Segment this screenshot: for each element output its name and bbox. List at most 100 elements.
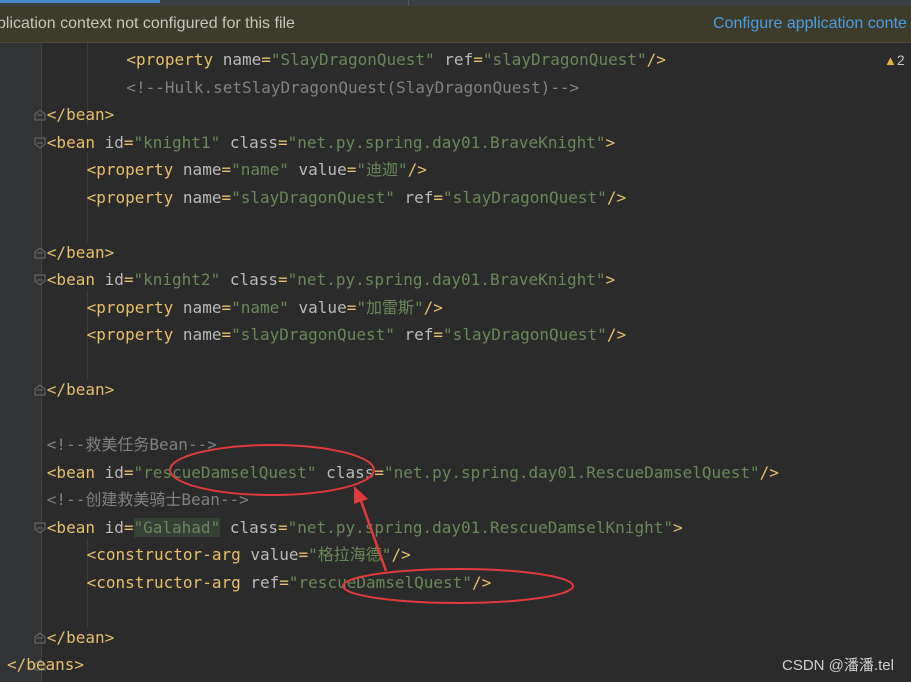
- code-token: <property: [86, 187, 183, 207]
- csdn-watermark: CSDN @潘潘.tel: [782, 657, 894, 674]
- code-token: />: [423, 297, 443, 317]
- annotation-arrow-head: [354, 486, 368, 504]
- code-token: />: [391, 545, 411, 564]
- code-token: ref: [404, 187, 434, 207]
- code-line[interactable]: <constructor-arg ref="rescueDamselQuest"…: [87, 572, 492, 594]
- code-token: name: [222, 50, 262, 69]
- code-token: <!--Hulk.setSlayDragonQuest(SlayDragonQu…: [126, 77, 580, 97]
- code-line[interactable]: <property name="slayDragonQuest" ref="sl…: [87, 324, 626, 346]
- code-line[interactable]: <!--创建救美骑士Bean-->: [47, 489, 249, 511]
- fold-open-icon[interactable]: [34, 522, 46, 534]
- code-token: =: [278, 270, 288, 289]
- fold-open-icon[interactable]: [34, 274, 46, 286]
- code-token: =: [346, 297, 357, 317]
- code-line[interactable]: <property name="slayDragonQuest" ref="sl…: [87, 187, 626, 209]
- code-token: >: [605, 132, 616, 152]
- code-token: id: [104, 132, 124, 152]
- code-token: <!--救美任务Bean-->: [46, 435, 217, 454]
- warning-count: 2: [896, 52, 905, 68]
- code-line[interactable]: </bean>: [47, 627, 114, 649]
- code-token: <bean: [46, 132, 105, 152]
- code-line[interactable]: </bean>: [47, 104, 114, 126]
- code-token: />: [759, 462, 779, 482]
- code-line[interactable]: <constructor-arg value="格拉海德"/>: [87, 544, 411, 566]
- code-token: =: [298, 545, 309, 564]
- code-token: =: [374, 462, 384, 482]
- code-line[interactable]: </bean>: [47, 242, 114, 264]
- code-token: <property: [86, 325, 183, 344]
- code-token: "name": [231, 297, 289, 317]
- code-token: name: [182, 160, 222, 179]
- inspection-widget[interactable]: ▲2: [884, 50, 905, 71]
- code-token: </bean>: [46, 242, 115, 262]
- code-line[interactable]: <bean id="rescueDamselQuest" class="net.…: [47, 462, 779, 484]
- code-token: />: [606, 187, 627, 207]
- code-token: name: [182, 325, 222, 344]
- code-token: <property: [126, 50, 223, 69]
- notification-banner: plication context not configured for thi…: [0, 6, 911, 43]
- code-line[interactable]: <property name="name" value="加雷斯"/>: [87, 297, 443, 319]
- code-line[interactable]: <property name="name" value="迪迦"/>: [87, 159, 427, 181]
- code-line[interactable]: <bean id="knight2" class="net.py.spring.…: [47, 269, 615, 291]
- fold-open-icon[interactable]: [34, 137, 46, 149]
- fold-close-icon[interactable]: [34, 631, 46, 644]
- code-token: =: [123, 132, 134, 152]
- fold-close-icon[interactable]: [34, 246, 46, 259]
- code-token: id: [104, 462, 124, 482]
- code-token: ref: [250, 572, 280, 592]
- code-token: =: [278, 132, 288, 152]
- code-token: name: [182, 297, 222, 317]
- code-token: "迪迦": [356, 160, 408, 179]
- code-token: "slayDragonQuest": [482, 50, 647, 69]
- code-token: <bean: [46, 517, 105, 537]
- configure-application-context-link[interactable]: Configure application conte: [713, 6, 907, 42]
- code-token: ref: [444, 50, 474, 69]
- active-tab-indicator[interactable]: [0, 0, 160, 3]
- code-token: value: [298, 160, 347, 179]
- code-token: >: [605, 270, 616, 289]
- fold-close-icon[interactable]: [34, 109, 46, 121]
- code-token: "name": [231, 160, 289, 179]
- code-token: value: [250, 545, 299, 564]
- code-line[interactable]: </beans>: [7, 654, 84, 676]
- code-token: class: [229, 517, 279, 537]
- code-token: <constructor-arg: [86, 572, 251, 592]
- code-token: "rescueDamselQuest": [288, 572, 472, 592]
- code-token: class: [229, 270, 279, 289]
- code-token: "net.py.spring.day01.RescueDamselKnight": [287, 517, 673, 537]
- code-token: =: [221, 187, 232, 207]
- code-token: "rescueDamselQuest": [133, 462, 317, 482]
- code-line[interactable]: <!--Hulk.setSlayDragonQuest(SlayDragonQu…: [126, 77, 579, 99]
- banner-message: plication context not configured for thi…: [0, 15, 295, 32]
- code-line[interactable]: <bean id="knight1" class="net.py.spring.…: [47, 132, 615, 154]
- code-token: =: [433, 325, 444, 344]
- code-token: "slayDragonQuest": [231, 187, 395, 207]
- code-token: =: [123, 270, 134, 289]
- code-token: "加雷斯": [356, 297, 424, 317]
- code-token: >: [672, 517, 683, 537]
- code-line[interactable]: <property name="SlayDragonQuest" ref="sl…: [126, 49, 665, 71]
- fold-close-icon[interactable]: [34, 384, 46, 396]
- code-token: =: [433, 187, 444, 207]
- code-token: <constructor-arg: [86, 545, 251, 564]
- code-token: </beans>: [7, 655, 85, 674]
- code-token: </bean>: [46, 380, 115, 399]
- code-token: <!--创建救美骑士Bean-->: [46, 490, 249, 509]
- code-token: <property: [86, 160, 183, 179]
- code-token: "knight2": [133, 270, 221, 289]
- code-line[interactable]: <bean id="Galahad" class="net.py.spring.…: [47, 517, 683, 539]
- code-token: </bean>: [46, 105, 115, 124]
- code-token: "knight1": [133, 132, 221, 152]
- code-line[interactable]: </bean>: [47, 379, 114, 401]
- code-token: "slayDragonQuest": [443, 325, 607, 344]
- code-token: =: [473, 50, 483, 69]
- code-token: <bean: [46, 270, 105, 289]
- code-token: =: [221, 297, 232, 317]
- code-token: =: [123, 462, 134, 482]
- code-token: =: [221, 160, 232, 179]
- code-token: class: [229, 132, 279, 152]
- code-line[interactable]: <!--救美任务Bean-->: [47, 434, 217, 456]
